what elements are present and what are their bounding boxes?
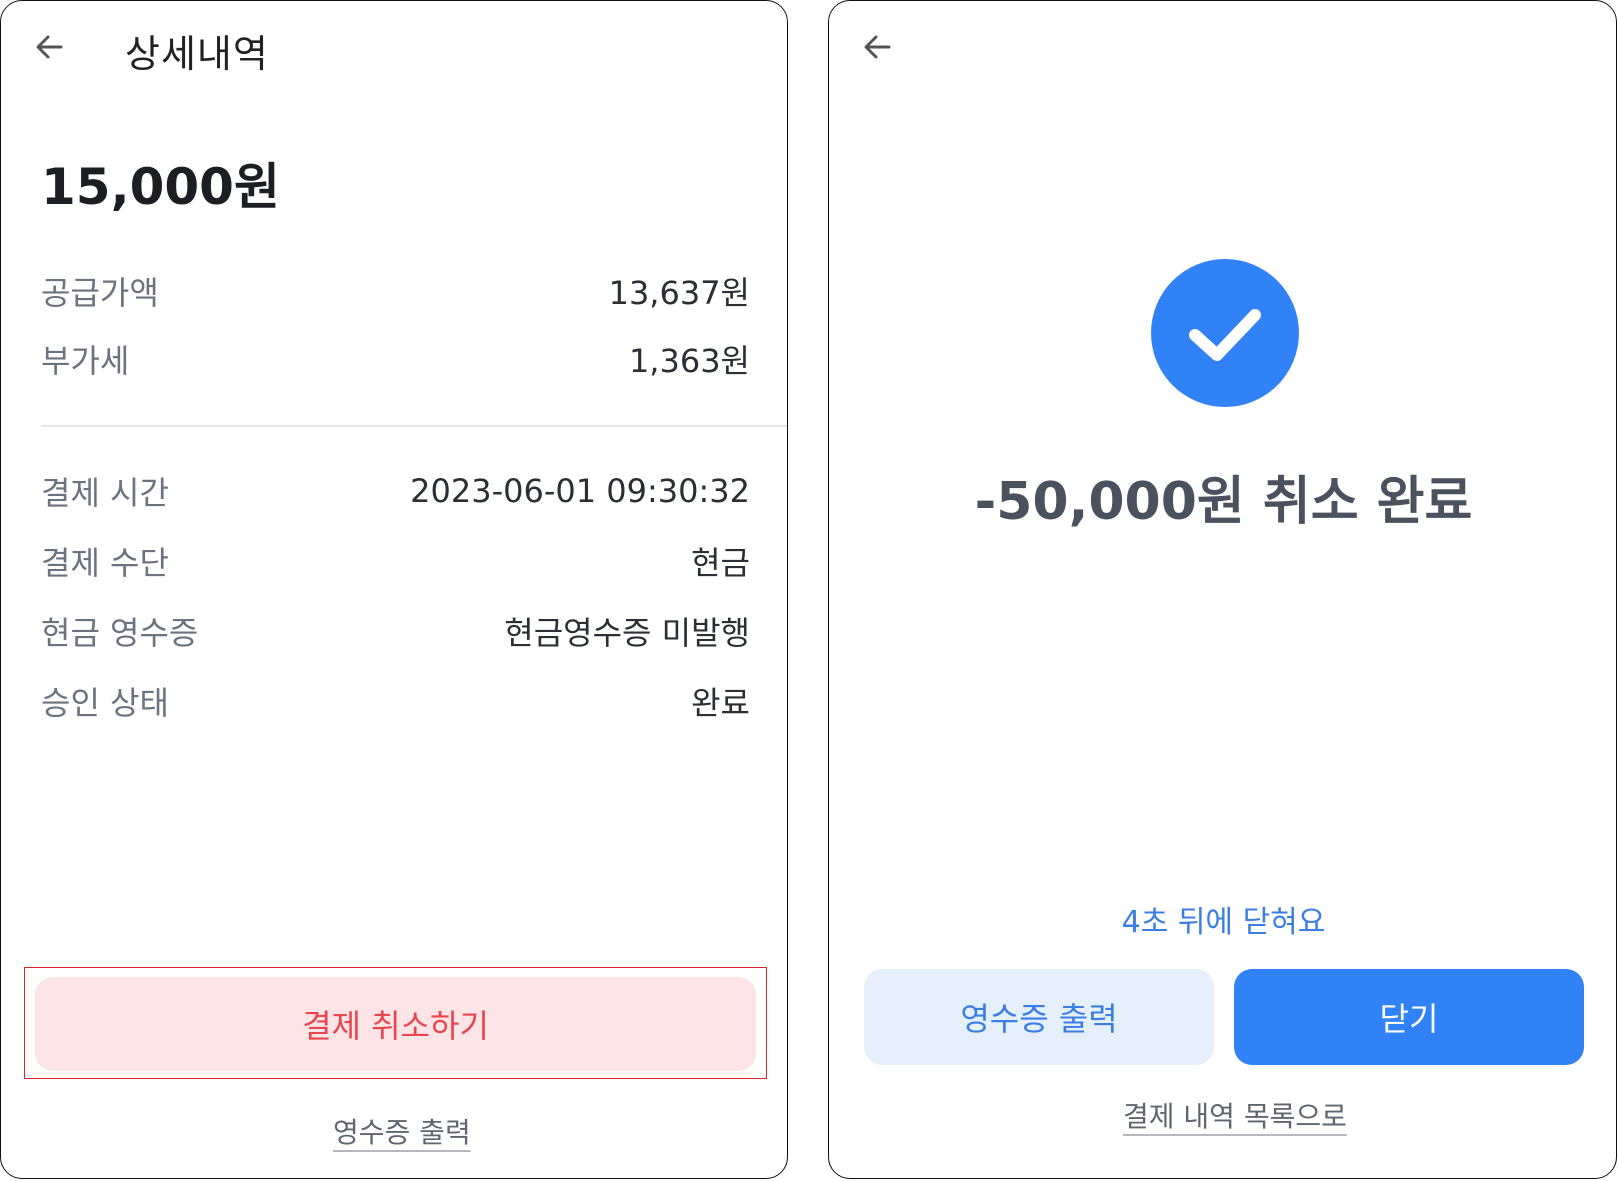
payment-detail-screen: 상세내역 15,000원 공급가액 13,637원 부가세 1,363원 결제 … xyxy=(0,0,788,1179)
detail-row-approval-status: 승인 상태 완료 xyxy=(41,679,750,723)
divider xyxy=(41,425,787,427)
back-arrow-icon[interactable] xyxy=(859,29,899,69)
row-label: 결제 수단 xyxy=(41,544,169,582)
page-title: 상세내역 xyxy=(125,32,269,76)
back-arrow-icon[interactable] xyxy=(31,29,71,69)
auto-close-countdown: 4초 뒤에 닫혀요 xyxy=(1121,905,1326,940)
row-value: 현금영수증 미발행 xyxy=(504,614,750,652)
cancel-payment-button[interactable]: 결제 취소하기 xyxy=(35,977,756,1071)
row-value: 1,363원 xyxy=(628,342,750,380)
row-label: 현금 영수증 xyxy=(41,614,199,652)
row-value: 완료 xyxy=(691,684,750,722)
detail-row-payment-time: 결제 시간 2023-06-01 09:30:32 xyxy=(41,469,750,513)
detail-row-payment-method: 결제 수단 현금 xyxy=(41,539,750,583)
print-receipt-button[interactable]: 영수증 출력 xyxy=(864,969,1214,1065)
row-label: 결제 시간 xyxy=(41,474,169,512)
row-label: 공급가액 xyxy=(41,274,159,312)
back-to-payment-list-link[interactable]: 결제 내역 목록으로 xyxy=(1123,1095,1347,1135)
row-value: 2023-06-01 09:30:32 xyxy=(410,472,750,510)
summary-row-vat: 부가세 1,363원 xyxy=(41,337,750,381)
row-value: 13,637원 xyxy=(608,274,750,312)
row-label: 승인 상태 xyxy=(41,684,169,722)
summary-row-supply: 공급가액 13,637원 xyxy=(41,269,750,313)
row-value: 현금 xyxy=(691,544,750,582)
close-button[interactable]: 닫기 xyxy=(1234,969,1584,1065)
total-amount: 15,000원 xyxy=(41,158,280,216)
row-label: 부가세 xyxy=(41,342,130,380)
cancel-complete-screen: -50,000원 취소 완료 4초 뒤에 닫혀요 영수증 출력 닫기 결제 내역… xyxy=(828,0,1617,1179)
check-circle-icon xyxy=(1151,259,1299,407)
print-receipt-link[interactable]: 영수증 출력 xyxy=(333,1111,471,1151)
detail-row-cash-receipt: 현금 영수증 현금영수증 미발행 xyxy=(41,609,750,653)
cancel-complete-message: -50,000원 취소 완료 xyxy=(974,472,1473,532)
